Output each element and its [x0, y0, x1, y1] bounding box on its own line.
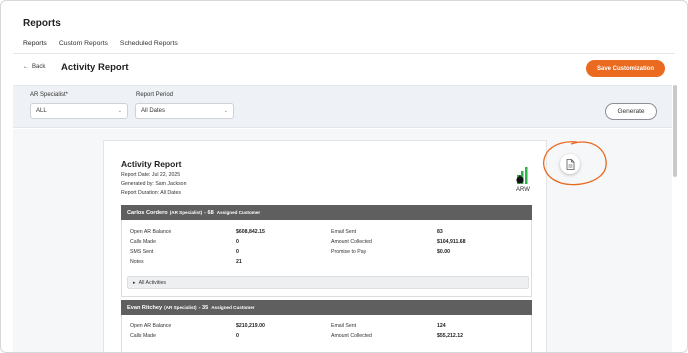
page-title: Activity Report — [61, 62, 129, 73]
stat-value: $210,219.00 — [236, 323, 265, 329]
report-period-select[interactable]: All Dates ⌄ — [135, 103, 234, 119]
stat-label: Open AR Balance — [130, 323, 172, 329]
stat-label: Amount Collected — [331, 333, 372, 339]
specialist-name: Evan Ritchey — [127, 304, 163, 311]
report-period-value: All Dates — [141, 108, 166, 114]
stat-value: 21 — [236, 259, 242, 265]
app-window: Reports Reports Custom Reports Scheduled… — [0, 0, 688, 353]
back-label: Back — [32, 64, 46, 70]
chevron-down-icon: ⌄ — [223, 108, 228, 114]
stat-value: $608,842.15 — [236, 229, 265, 235]
report-document: Activity Report Report Date: Jul 22, 202… — [103, 140, 547, 352]
stat-label: Email Sent — [331, 229, 357, 235]
stat-label: Notes — [130, 259, 144, 265]
back-link[interactable]: ← Back — [23, 64, 45, 70]
stat-label: Calls Made — [130, 333, 156, 339]
vertical-scrollbar[interactable] — [673, 85, 677, 177]
customer-count: - 35 — [198, 304, 209, 311]
specialist-header: Evan Ritchey (AR Specialist) - 35 Assign… — [121, 300, 532, 315]
report-tabs: Reports Custom Reports Scheduled Reports — [23, 40, 190, 54]
stat-value: $0.00 — [437, 249, 450, 255]
stat-label: Email Sent — [331, 323, 357, 329]
stat-value: 124 — [437, 323, 446, 329]
stat-label: Open AR Balance — [130, 229, 172, 235]
ar-specialist-select[interactable]: ALL ⌄ — [30, 103, 128, 119]
document-icon — [566, 158, 574, 170]
specialist-name: Carlos Cordero — [127, 209, 168, 216]
stat-label: Amount Collected — [331, 239, 372, 245]
all-activities-toggle[interactable]: ▸ All Activities — [127, 276, 529, 289]
stat-value: 0 — [236, 333, 239, 339]
ar-specialist-label: AR Specialist* — [30, 92, 69, 98]
arrow-left-icon: ← — [23, 64, 29, 70]
stat-value: $104,911.68 — [437, 239, 466, 245]
stat-label: Promise to Pay — [331, 249, 367, 255]
tab-custom-reports[interactable]: Custom Reports — [59, 40, 108, 54]
count-suffix: Assigned Customer — [216, 210, 261, 215]
app-title: Reports — [23, 18, 61, 29]
logo-text: ARW — [516, 187, 530, 193]
report-title: Activity Report — [121, 159, 182, 169]
tab-reports[interactable]: Reports — [23, 40, 47, 54]
specialist-header: Carlos Cordero (AR Specialist) - 68 Assi… — [121, 205, 532, 220]
export-pdf-button[interactable] — [560, 154, 580, 174]
stat-value: 0 — [236, 239, 239, 245]
chevron-down-icon: ⌄ — [117, 108, 122, 114]
stat-value: $55,212.12 — [437, 333, 463, 339]
tab-scheduled-reports[interactable]: Scheduled Reports — [120, 40, 178, 54]
caret-right-icon: ▸ — [133, 279, 136, 286]
count-suffix: Assigned Customer — [211, 305, 255, 310]
specialist-role: (AR Specialist) — [169, 210, 203, 215]
generated-by: Generated by: Sam Jackson — [121, 181, 187, 187]
specialist-role: (AR Specialist) — [164, 305, 197, 310]
tabs-divider — [13, 53, 675, 54]
stat-label: Calls Made — [130, 239, 156, 245]
all-activities-label: All Activities — [138, 279, 166, 286]
report-date: Report Date: Jul 22, 2025 — [121, 172, 181, 178]
specialist-stats: Open AR Balance $210,219.00 Calls Made 0… — [121, 315, 532, 352]
report-period-label: Report Period — [136, 92, 174, 98]
stat-value: 0 — [236, 249, 239, 255]
report-duration: Report Duration: All Dates — [121, 190, 181, 196]
stat-label: SMS Sent — [130, 249, 154, 255]
save-customization-button[interactable]: Save Customization — [586, 60, 665, 77]
arw-logo-icon — [516, 167, 528, 184]
generate-button[interactable]: Generate — [605, 103, 657, 120]
customer-count: - 68 — [204, 209, 214, 216]
filter-bar: AR Specialist* ALL ⌄ Report Period All D… — [13, 85, 672, 128]
stat-value: 83 — [437, 229, 443, 235]
ar-specialist-value: ALL — [36, 108, 47, 114]
specialist-stats: Open AR Balance $608,842.15 Calls Made 0… — [121, 220, 532, 297]
